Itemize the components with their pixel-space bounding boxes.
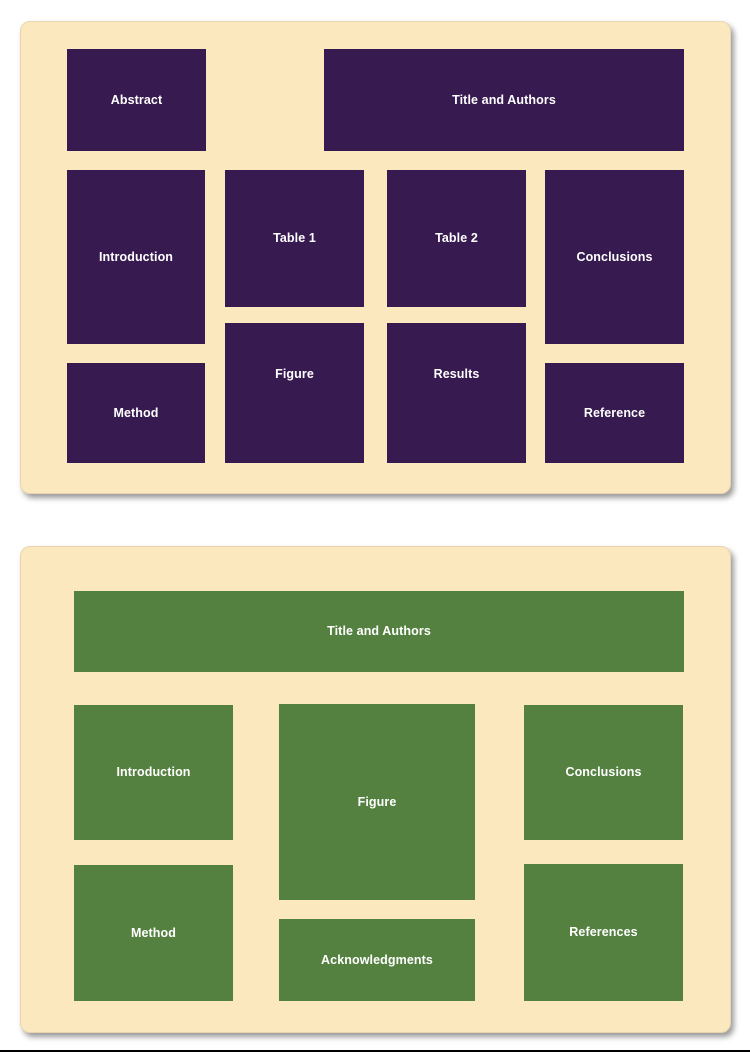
- block-abstract-label: Abstract: [110, 92, 163, 107]
- block-references[interactable]: References: [524, 864, 683, 1001]
- block-title-and-authors-label: Title and Authors: [327, 624, 431, 638]
- block-table-2[interactable]: Table 2: [387, 170, 526, 307]
- block-method[interactable]: Method: [74, 865, 233, 1001]
- block-introduction[interactable]: Introduction: [74, 705, 233, 840]
- block-conclusions-label: Conclusions: [576, 249, 653, 264]
- block-figure[interactable]: Figure: [279, 704, 475, 900]
- block-introduction-label: Introduction: [98, 249, 174, 264]
- block-table-1-label: Table 1: [273, 231, 316, 245]
- block-table-2-label: Table 2: [435, 231, 478, 245]
- block-title-and-authors[interactable]: Title and Authors: [74, 591, 684, 672]
- block-conclusions-label: Conclusions: [565, 765, 642, 779]
- block-conclusions[interactable]: Conclusions: [524, 705, 683, 840]
- block-method[interactable]: Method: [67, 363, 205, 463]
- block-figure-label: Figure: [357, 794, 397, 809]
- block-method-label: Method: [130, 925, 177, 940]
- block-results-label: Results: [433, 366, 480, 381]
- block-reference-label: Reference: [583, 405, 646, 420]
- block-results[interactable]: Results: [387, 323, 526, 463]
- block-method-label: Method: [113, 405, 159, 420]
- block-title-and-authors-label: Title and Authors: [452, 92, 556, 107]
- block-figure-label: Figure: [275, 366, 314, 381]
- traditional-poster-layout-panel: Abstract Title and Authors Introduction …: [20, 21, 731, 494]
- block-acknowledgments[interactable]: Acknowledgments: [279, 919, 475, 1001]
- block-introduction-label: Introduction: [116, 765, 191, 779]
- block-acknowledgments-label: Acknowledgments: [321, 952, 433, 967]
- block-reference[interactable]: Reference: [545, 363, 684, 463]
- block-conclusions[interactable]: Conclusions: [545, 170, 684, 344]
- block-introduction[interactable]: Introduction: [67, 170, 205, 344]
- block-abstract[interactable]: Abstract: [67, 49, 206, 151]
- page-bottom-rule: [0, 1050, 750, 1052]
- block-title-and-authors[interactable]: Title and Authors: [324, 49, 684, 151]
- block-table-1[interactable]: Table 1: [225, 170, 364, 307]
- simplified-poster-layout-panel: Title and Authors Introduction Figure Co…: [20, 546, 731, 1033]
- block-figure[interactable]: Figure: [225, 323, 364, 463]
- block-references-label: References: [569, 925, 638, 939]
